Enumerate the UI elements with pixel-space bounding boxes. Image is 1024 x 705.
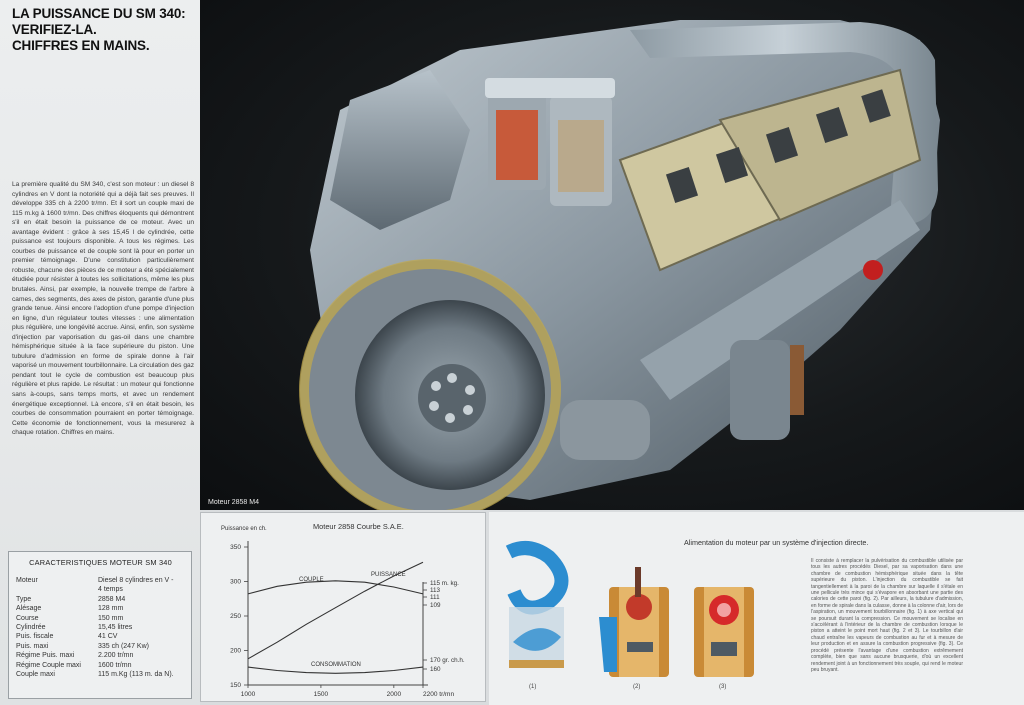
spec-row: Puis. fiscale 41 CV bbox=[16, 632, 185, 641]
spec-key: Moteur bbox=[16, 577, 38, 584]
figure-1-spiral-intake bbox=[505, 541, 569, 668]
spec-key: Couple maxi bbox=[16, 671, 55, 679]
specs-title: CARACTERISTIQUES MOTEUR SM 340 bbox=[29, 558, 172, 567]
injection-diagrams bbox=[505, 541, 754, 677]
spec-key: Type bbox=[16, 595, 32, 603]
y-axis-title: Puissance en ch. bbox=[221, 526, 267, 532]
right-tick-label: 113 bbox=[430, 587, 441, 594]
series-line-couple bbox=[247, 580, 424, 595]
right-tick-label: 111 bbox=[430, 594, 440, 601]
spec-row: Puis. maxi 335 ch (247 Kw) bbox=[16, 642, 185, 651]
spec-key: Alésage bbox=[16, 605, 42, 613]
x-tick-label: 1000 bbox=[241, 691, 256, 698]
red-cap bbox=[863, 260, 883, 280]
headline-line-2: VERIFIEZ-LA. bbox=[12, 22, 97, 37]
headline: LA PUISSANCE DU SM 340: VERIFIEZ-LA. CHI… bbox=[12, 6, 202, 54]
spec-value: 4 temps bbox=[98, 586, 123, 594]
spec-value: 2858 M4 bbox=[98, 595, 126, 603]
spec-row: Régime Puis. maxi 2.200 tr/mn bbox=[16, 651, 185, 660]
injection-panel: Alimentation du moteur par un système d'… bbox=[489, 512, 1024, 705]
figure-2-label: (2) bbox=[633, 684, 641, 690]
spec-row: Course 150 mm bbox=[16, 614, 185, 623]
spec-row: Couple maxi 115 m.Kg (113 m. da N). bbox=[16, 670, 185, 679]
series-label: CONSOMMATION bbox=[311, 662, 361, 668]
specs-table: Moteur Diesel 8 cylindres en V -4 temps Ty… bbox=[16, 576, 185, 679]
right-tick-label: 115 m. kg. bbox=[430, 580, 459, 587]
y-tick-label: 150 bbox=[230, 682, 241, 689]
spec-key: Course bbox=[16, 614, 39, 622]
engine-photo: Moteur 2858 M4 bbox=[200, 0, 1024, 510]
x-tick-label: 1500 bbox=[314, 691, 329, 698]
left-text-column: LA PUISSANCE DU SM 340: VERIFIEZ-LA. CHI… bbox=[0, 0, 200, 705]
spec-key: Régime Puis. maxi bbox=[16, 652, 75, 660]
spec-value: 115 m.Kg (113 m. da N). bbox=[98, 671, 174, 679]
spec-value: 335 ch (247 Kw) bbox=[98, 642, 149, 650]
figure-2-piston bbox=[599, 567, 669, 677]
spec-key: Cylindrée bbox=[16, 624, 46, 632]
spec-key: Puis. fiscale bbox=[16, 633, 54, 641]
x-tick-label: 2200 tr/mn bbox=[423, 691, 454, 698]
x-tick-label: 2000 bbox=[387, 691, 402, 698]
y-tick-label: 250 bbox=[230, 613, 241, 620]
chart-panel: Moteur 2858 Courbe S.A.E. Puissance en c… bbox=[200, 512, 486, 702]
right-tick-label: 160 bbox=[430, 666, 441, 673]
figure-3-combustion bbox=[694, 587, 754, 677]
spec-row: Cylindrée 15,45 litres bbox=[16, 623, 185, 632]
spec-row: Moteur Diesel 8 cylindres en V - bbox=[16, 576, 185, 585]
spec-value: 41 CV bbox=[98, 633, 118, 641]
spec-value: Diesel 8 cylindres en V - bbox=[98, 577, 174, 584]
y-tick-label: 350 bbox=[230, 544, 241, 551]
spec-row: Alésage 128 mm bbox=[16, 604, 185, 613]
spec-row: Régime Couple maxi 1600 tr/mn bbox=[16, 661, 185, 670]
specs-box: CARACTERISTIQUES MOTEUR SM 340 Moteur Die… bbox=[8, 551, 192, 699]
spec-row: Type 2858 M4 bbox=[16, 595, 185, 604]
injection-text: Il consiste à remplacer la pulvérisation… bbox=[811, 558, 963, 673]
spec-value: 15,45 litres bbox=[98, 624, 133, 632]
spec-row: 4 temps bbox=[16, 585, 185, 594]
spec-value: 2.200 tr/mn bbox=[98, 652, 134, 660]
spec-key bbox=[16, 585, 98, 594]
headline-line-3: CHIFFRES EN MAINS. bbox=[12, 38, 150, 53]
right-tick-label: 109 bbox=[430, 602, 441, 609]
engine-illustration bbox=[299, 20, 940, 510]
spec-key: Puis. maxi bbox=[16, 642, 49, 650]
series-label: COUPLE bbox=[299, 577, 324, 583]
right-tick-label: 170 gr. ch.h. bbox=[430, 657, 465, 664]
figure-3-label: (3) bbox=[719, 684, 727, 690]
spec-value: 128 mm bbox=[98, 605, 124, 613]
spec-key: Régime Couple maxi bbox=[16, 661, 81, 669]
series-line-consommation bbox=[247, 666, 424, 674]
photo-caption: Moteur 2858 M4 bbox=[208, 499, 259, 506]
figure-1-label: (1) bbox=[529, 684, 537, 690]
body-text: La première qualité du SM 340, c'est son… bbox=[12, 181, 194, 437]
performance-chart: Puissance en ch. 350 300 250 200 1501000 1500 2… bbox=[221, 526, 465, 698]
spec-value: 1600 tr/mn bbox=[98, 661, 132, 669]
spec-value: 150 mm bbox=[98, 614, 124, 622]
y-tick-label: 200 bbox=[230, 648, 241, 655]
series-label: PUISSANCE bbox=[371, 572, 406, 578]
headline-line-1: LA PUISSANCE DU SM 340: bbox=[12, 6, 186, 21]
y-tick-label: 300 bbox=[230, 579, 241, 586]
fuel-filters bbox=[485, 78, 615, 206]
